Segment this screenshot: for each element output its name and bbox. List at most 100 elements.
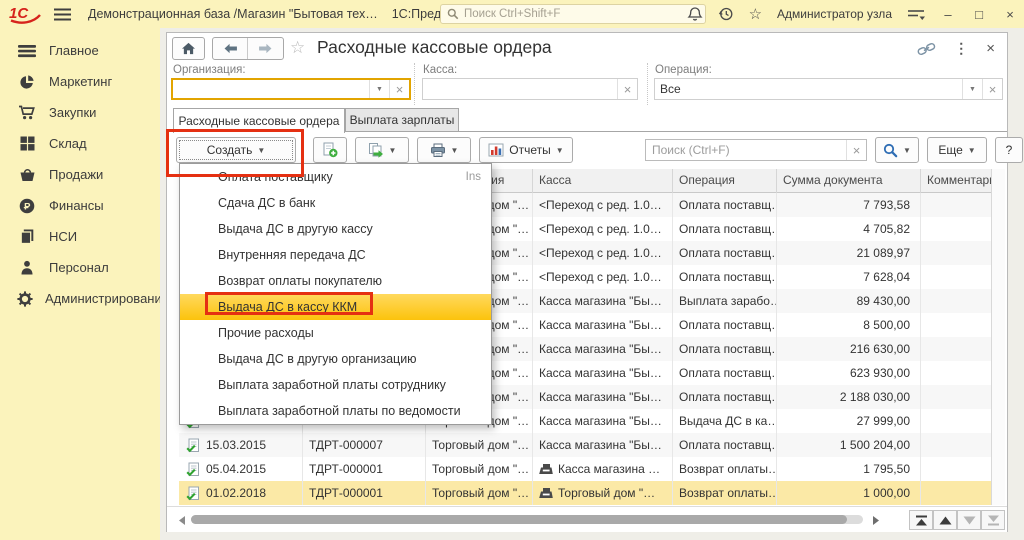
sidebar-item-финансы[interactable]: РФинансы bbox=[0, 190, 160, 221]
menu-item[interactable]: Выплата заработной платы сотруднику bbox=[180, 372, 491, 398]
search-clear-icon[interactable]: × bbox=[846, 140, 866, 160]
kassa-filter-label: Касса: bbox=[423, 64, 457, 76]
sidebar-item-персонал[interactable]: Персонал bbox=[0, 252, 160, 283]
1c-logo-icon: 1С bbox=[8, 3, 44, 25]
table-row[interactable]: 01.02.2018ТДРТ-000001Торговый дом "…Торг… bbox=[179, 481, 991, 505]
amount-cell: 1 795,50 bbox=[777, 457, 921, 481]
global-search-input[interactable] bbox=[464, 8, 699, 20]
minimize-button[interactable]: – bbox=[940, 7, 956, 22]
sidebar-item-главное[interactable]: Главное bbox=[0, 35, 160, 66]
menu-item[interactable]: Выдача ДС в другую кассу bbox=[180, 216, 491, 242]
history-icon[interactable] bbox=[718, 6, 734, 22]
kassa-cell: Касса магазина "Бы… bbox=[533, 289, 673, 313]
org-filter-value[interactable] bbox=[173, 82, 369, 96]
operation-dropdown-icon[interactable]: ▼ bbox=[962, 79, 982, 99]
forward-button[interactable] bbox=[248, 38, 283, 59]
org-clear-icon[interactable]: × bbox=[389, 80, 409, 98]
close-form-icon[interactable]: × bbox=[986, 40, 995, 57]
table-row[interactable]: 15.03.2015ТДРТ-000007Торговый дом "…Касс… bbox=[179, 433, 991, 457]
menu-item-label: Возврат оплаты покупателю bbox=[218, 268, 481, 294]
comment-cell bbox=[921, 337, 991, 361]
sidebar-item-нси[interactable]: НСИ bbox=[0, 221, 160, 252]
operation-clear-icon[interactable]: × bbox=[982, 79, 1002, 99]
amount-cell: 1 000,00 bbox=[777, 481, 921, 505]
sidebar-item-маркетинг[interactable]: Маркетинг bbox=[0, 66, 160, 97]
column-header[interactable]: Сумма документа bbox=[777, 169, 921, 193]
horizontal-scrollbar-track[interactable] bbox=[191, 515, 863, 524]
maximize-button[interactable]: □ bbox=[971, 7, 987, 22]
list-toolbar: Создать ▼ ▼ ▼ Отчеты ▼ × ▼ Еще ▼ bbox=[167, 133, 1007, 167]
favorites-star-icon[interactable]: ☆ bbox=[749, 5, 762, 23]
notifications-bell-icon[interactable] bbox=[687, 6, 703, 22]
service-menu-icon[interactable] bbox=[907, 8, 925, 21]
more-menu-icon[interactable]: ⋮ bbox=[954, 40, 968, 57]
create-button[interactable]: Создать ▼ bbox=[176, 137, 296, 163]
kassa-filter-value[interactable] bbox=[423, 82, 617, 96]
close-window-button[interactable]: × bbox=[1002, 7, 1018, 22]
link-icon[interactable] bbox=[917, 42, 936, 56]
add-document-button[interactable] bbox=[313, 137, 347, 163]
menu-item[interactable]: Сдача ДС в банк bbox=[180, 190, 491, 216]
user-name[interactable]: Администратор узла bbox=[777, 7, 892, 21]
search-settings-button[interactable]: ▼ bbox=[875, 137, 919, 163]
menu-item[interactable]: Оплата поставщикуIns bbox=[180, 164, 491, 190]
operation-filter-input[interactable]: ▼ × bbox=[654, 78, 1003, 100]
basket-icon bbox=[17, 167, 37, 182]
tab-salary-payment[interactable]: Выплата зарплаты bbox=[345, 108, 459, 132]
org-filter-input[interactable]: ▼ × bbox=[171, 78, 411, 100]
books-icon bbox=[17, 229, 37, 244]
back-button[interactable] bbox=[213, 38, 248, 59]
help-button[interactable]: ? bbox=[995, 137, 1023, 163]
sidebar-item-закупки[interactable]: Закупки bbox=[0, 97, 160, 128]
kassa-cell: Касса магазина "Бы… bbox=[533, 433, 673, 457]
kassa-clear-icon[interactable]: × bbox=[617, 79, 637, 99]
scroll-left-icon[interactable] bbox=[179, 516, 185, 525]
hamburger-icon[interactable] bbox=[52, 8, 72, 21]
database-title: Демонстрационная база /Магазин "Бытовая … bbox=[88, 7, 378, 21]
home-button[interactable] bbox=[172, 37, 205, 60]
list-search-input[interactable] bbox=[646, 143, 846, 157]
menu-item[interactable]: Возврат оплаты покупателю bbox=[180, 268, 491, 294]
menu-item[interactable]: Выплата заработной платы по ведомости bbox=[180, 398, 491, 424]
favorite-star-icon[interactable]: ☆ bbox=[290, 38, 305, 58]
horizontal-scrollbar-thumb[interactable] bbox=[191, 515, 847, 524]
comment-cell bbox=[921, 241, 991, 265]
operation-filter-value[interactable] bbox=[655, 82, 962, 96]
global-search-box[interactable] bbox=[440, 4, 706, 24]
kassa-cell: Торговый дом "… bbox=[533, 481, 673, 505]
sidebar-item-label: Финансы bbox=[49, 198, 104, 213]
list-search-box[interactable]: × bbox=[645, 139, 867, 161]
sidebar-item-администрирование[interactable]: Администрирование bbox=[0, 283, 160, 314]
menu-item[interactable]: Выдача ДС в кассу ККМ bbox=[180, 294, 491, 320]
titlebar: 1С Демонстрационная база /Магазин "Бытов… bbox=[0, 0, 1024, 28]
create-dropdown-menu: Оплата поставщикуInsСдача ДС в банкВыдач… bbox=[179, 163, 492, 425]
comment-cell bbox=[921, 481, 991, 505]
tab-expense-orders[interactable]: Расходные кассовые ордера bbox=[173, 108, 345, 133]
vertical-scrollbar[interactable] bbox=[991, 169, 1005, 505]
table-row[interactable]: 05.04.2015ТДРТ-000001Торговый дом "…Касс… bbox=[179, 457, 991, 481]
org-dropdown-icon[interactable]: ▼ bbox=[369, 80, 389, 98]
scroll-right-icon[interactable] bbox=[873, 516, 879, 525]
operation-cell: Оплата поставщ… bbox=[673, 313, 777, 337]
kassa-cell: <Переход с ред. 1.0… bbox=[533, 241, 673, 265]
kassa-filter-input[interactable]: × bbox=[422, 78, 638, 100]
page-up-button[interactable] bbox=[933, 510, 957, 530]
sidebar-item-продажи[interactable]: Продажи bbox=[0, 159, 160, 190]
menu-item[interactable]: Внутренняя передача ДС bbox=[180, 242, 491, 268]
operation-cell: Возврат оплаты… bbox=[673, 457, 777, 481]
more-button[interactable]: Еще ▼ bbox=[927, 137, 987, 163]
page-down-button[interactable] bbox=[957, 510, 981, 530]
go-to-bottom-button[interactable] bbox=[981, 510, 1005, 530]
org-filter-label: Организация: bbox=[173, 64, 246, 76]
print-button[interactable]: ▼ bbox=[417, 137, 471, 163]
menu-item[interactable]: Выдача ДС в другую организацию bbox=[180, 346, 491, 372]
column-header[interactable]: Касса bbox=[533, 169, 673, 193]
column-header[interactable]: Комментарий bbox=[921, 169, 991, 193]
sidebar-item-склад[interactable]: Склад bbox=[0, 128, 160, 159]
organization-cell: Торговый дом "… bbox=[426, 481, 533, 505]
go-to-top-button[interactable] bbox=[909, 510, 933, 530]
menu-item[interactable]: Прочие расходы bbox=[180, 320, 491, 346]
copy-document-button[interactable]: ▼ bbox=[355, 137, 409, 163]
column-header[interactable]: Операция bbox=[673, 169, 777, 193]
reports-button[interactable]: Отчеты ▼ bbox=[479, 137, 573, 163]
